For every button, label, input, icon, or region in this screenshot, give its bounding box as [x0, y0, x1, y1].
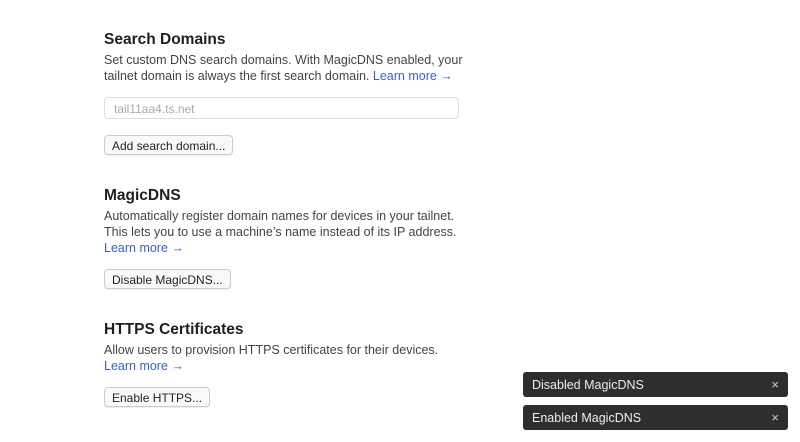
learn-more-link[interactable]: Learn more →	[104, 359, 184, 373]
section-description: Automatically register domain names for …	[104, 208, 476, 256]
disable-magicdns-button[interactable]: Disable MagicDNS...	[104, 269, 231, 289]
section-description: Allow users to provision HTTPS certifica…	[104, 342, 476, 374]
learn-more-link[interactable]: Learn more →	[104, 241, 184, 255]
toast-text: Enabled MagicDNS	[532, 410, 642, 425]
https-section: HTTPS Certificates Allow users to provis…	[104, 321, 476, 407]
search-domains-section: Search Domains Set custom DNS search dom…	[104, 31, 476, 155]
section-title: Search Domains	[104, 31, 226, 48]
section-title: MagicDNS	[104, 187, 181, 204]
close-icon[interactable]: ×	[771, 410, 779, 425]
search-domain-input[interactable]: tail11aa4.ts.net	[104, 97, 459, 119]
enable-https-button[interactable]: Enable HTTPS...	[104, 387, 211, 407]
toast-notification: Enabled MagicDNS ×	[523, 405, 788, 430]
magicdns-section: MagicDNS Automatically register domain n…	[104, 187, 476, 289]
section-description: Set custom DNS search domains. With Magi…	[104, 52, 476, 84]
description-text: Automatically register domain names for …	[104, 209, 457, 239]
learn-more-link[interactable]: Learn more →	[373, 69, 453, 83]
toast-notification: Disabled MagicDNS ×	[523, 372, 788, 397]
dns-settings: Search Domains Set custom DNS search dom…	[104, 31, 476, 439]
add-search-domain-button[interactable]: Add search domain...	[104, 135, 234, 155]
toast-text: Disabled MagicDNS	[532, 377, 644, 392]
section-title: HTTPS Certificates	[104, 321, 244, 338]
close-icon[interactable]: ×	[771, 377, 779, 392]
description-text: Allow users to provision HTTPS certifica…	[104, 343, 439, 357]
